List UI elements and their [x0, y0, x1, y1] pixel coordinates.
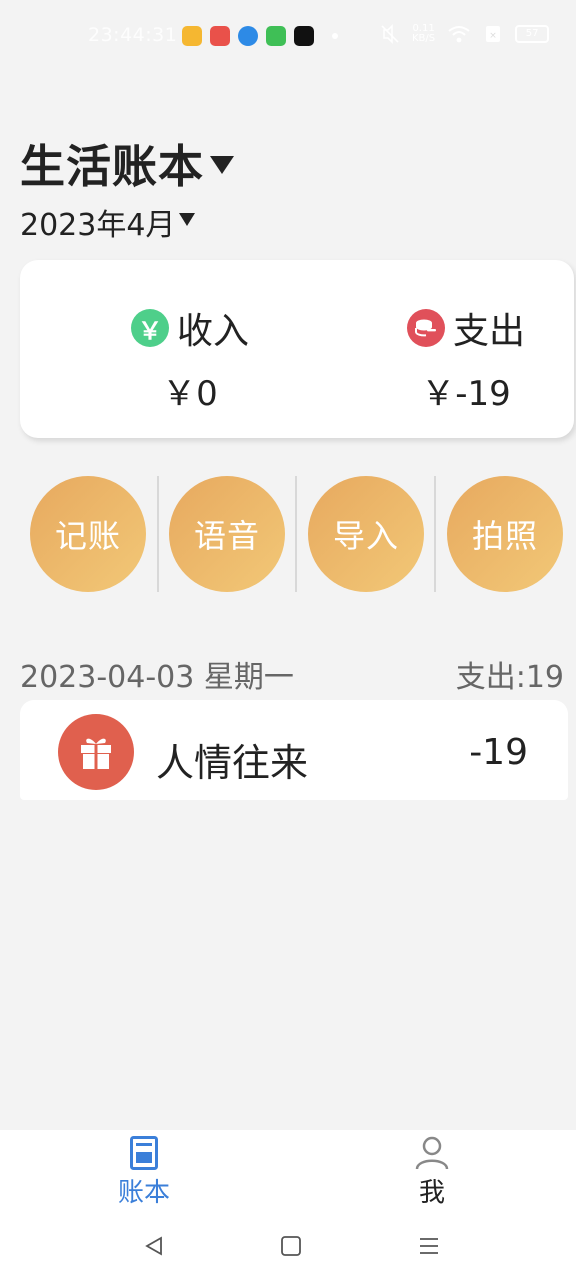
summary-card: ￥ 收入 ￥0 支出 ￥-19: [20, 260, 574, 438]
status-indicators: 0.11 KB/S × 57: [380, 24, 550, 44]
music-app-icon: [210, 26, 230, 46]
month-selector[interactable]: 2023年4月: [20, 200, 196, 244]
tab-ledger[interactable]: 账本: [84, 1130, 204, 1209]
transaction-row[interactable]: 人情往来 -19: [20, 700, 568, 800]
svg-text:×: ×: [489, 31, 497, 41]
recents-menu-icon[interactable]: [415, 1232, 443, 1260]
income-label: 收入: [176, 311, 249, 352]
system-nav-bar: [0, 1212, 576, 1280]
sim-icon: ×: [486, 26, 501, 42]
divider: [295, 476, 297, 592]
caret-down-icon: [210, 155, 235, 174]
transaction-category: 人情往来: [156, 741, 309, 785]
book-selector[interactable]: 生活账本: [20, 130, 235, 195]
more-notifications-icon: [332, 33, 338, 39]
home-icon[interactable]: [277, 1232, 305, 1260]
back-icon[interactable]: [140, 1232, 168, 1260]
divider: [157, 476, 159, 592]
tab-me-label: 我: [418, 1178, 445, 1208]
mute-icon: [381, 24, 399, 44]
expense-value: ￥-19: [421, 374, 511, 414]
record-entry-button[interactable]: 记账: [30, 476, 146, 592]
divider: [434, 476, 436, 592]
day-header: 2023-04-03 星期一 支出:19: [20, 652, 564, 696]
photo-button[interactable]: 拍照: [447, 476, 563, 592]
browser-app-icon: [238, 26, 258, 46]
tab-me[interactable]: 我: [372, 1130, 492, 1209]
day-total: 支出:19: [455, 660, 564, 695]
network-speed-unit: KB/S: [412, 33, 436, 44]
status-app-icons: [182, 26, 314, 46]
voice-entry-button[interactable]: 语音: [169, 476, 285, 592]
income-summary: ￥ 收入 ￥0: [90, 302, 290, 415]
ledger-book-icon: [124, 1134, 164, 1172]
shop-app-icon: [266, 26, 286, 46]
expense-summary: 支出 ￥-19: [366, 302, 566, 415]
book-title: 生活账本: [20, 140, 205, 193]
transaction-amount: -19: [469, 732, 528, 773]
income-value: ￥0: [162, 374, 218, 414]
action-buttons: 记账 语音 导入 拍照: [0, 476, 576, 592]
month-label: 2023年4月: [20, 208, 176, 243]
caret-down-icon: [179, 212, 196, 226]
status-time: 23:44:31: [88, 24, 178, 46]
network-speed: 0.11 KB/S: [412, 24, 435, 44]
bottom-nav: 账本 我: [0, 1130, 576, 1212]
yuan-icon: ￥: [130, 309, 169, 347]
wifi-icon: [448, 26, 470, 43]
gift-icon: [58, 714, 134, 790]
tab-ledger-label: 账本: [117, 1178, 170, 1208]
user-icon: [412, 1134, 452, 1172]
expense-label: 支出: [452, 311, 525, 352]
coins-icon: [406, 309, 445, 347]
import-button[interactable]: 导入: [308, 476, 424, 592]
video-app-icon: [294, 26, 314, 46]
status-bar: 23:44:31 0.11 KB/S × 57: [0, 0, 576, 72]
day-date: 2023-04-03 星期一: [20, 660, 294, 695]
notification-app-icon: [182, 26, 202, 46]
battery-indicator: 57: [515, 25, 550, 43]
